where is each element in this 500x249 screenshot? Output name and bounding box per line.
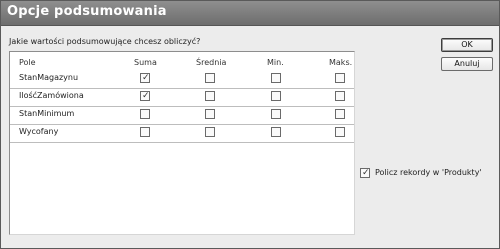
maks-checkbox[interactable] bbox=[335, 127, 345, 137]
checkmark-icon: ✓ bbox=[142, 73, 150, 83]
cancel-button[interactable]: Anuluj bbox=[441, 57, 493, 71]
min-checkbox[interactable] bbox=[271, 109, 281, 119]
title-bar[interactable]: Opcje podsumowania bbox=[1, 1, 499, 26]
dialog-title: Opcje podsumowania bbox=[7, 4, 167, 19]
header-maks: Maks. bbox=[329, 58, 353, 67]
summary-options-dialog: Opcje podsumowania Jakie wartości podsum… bbox=[0, 0, 500, 249]
srednia-checkbox[interactable] bbox=[205, 73, 215, 83]
maks-checkbox[interactable] bbox=[335, 91, 345, 101]
ok-button[interactable]: OK bbox=[441, 38, 493, 52]
table-row-ilosczamowiona: IlośćZamówiona ✓ bbox=[10, 88, 354, 107]
summary-options-grid: Pole Suma Średnia Min. Maks. StanMagazyn… bbox=[9, 51, 355, 235]
suma-checkbox[interactable] bbox=[140, 127, 150, 137]
min-checkbox[interactable] bbox=[271, 73, 281, 83]
maks-checkbox[interactable] bbox=[335, 73, 345, 83]
header-min: Min. bbox=[267, 58, 284, 67]
table-row-stanminimum: StanMinimum bbox=[10, 106, 354, 125]
srednia-checkbox[interactable] bbox=[205, 109, 215, 119]
field-label: StanMagazynu bbox=[19, 73, 79, 82]
checkmark-icon: ✓ bbox=[142, 91, 150, 101]
field-label: Wycofany bbox=[19, 127, 59, 136]
srednia-checkbox[interactable] bbox=[205, 91, 215, 101]
count-records-checkbox[interactable]: ✓ bbox=[360, 168, 370, 178]
summary-question-label: Jakie wartości podsumowujące chcesz obli… bbox=[9, 37, 201, 46]
header-srednia: Średnia bbox=[196, 58, 227, 67]
suma-checkbox[interactable]: ✓ bbox=[140, 91, 150, 101]
field-label: StanMinimum bbox=[19, 109, 75, 118]
field-label: IlośćZamówiona bbox=[19, 91, 84, 100]
srednia-checkbox[interactable] bbox=[205, 127, 215, 137]
min-checkbox[interactable] bbox=[271, 127, 281, 137]
checkmark-icon: ✓ bbox=[362, 168, 370, 178]
suma-checkbox[interactable] bbox=[140, 109, 150, 119]
count-records-label: Policz rekordy w 'Produkty' bbox=[375, 168, 482, 177]
min-checkbox[interactable] bbox=[271, 91, 281, 101]
header-suma: Suma bbox=[134, 58, 157, 67]
table-row-wycofany: Wycofany bbox=[10, 124, 354, 143]
maks-checkbox[interactable] bbox=[335, 109, 345, 119]
header-pole: Pole bbox=[19, 58, 36, 67]
suma-checkbox[interactable]: ✓ bbox=[140, 73, 150, 83]
table-row-stanmagazynu: StanMagazynu ✓ bbox=[10, 70, 354, 89]
